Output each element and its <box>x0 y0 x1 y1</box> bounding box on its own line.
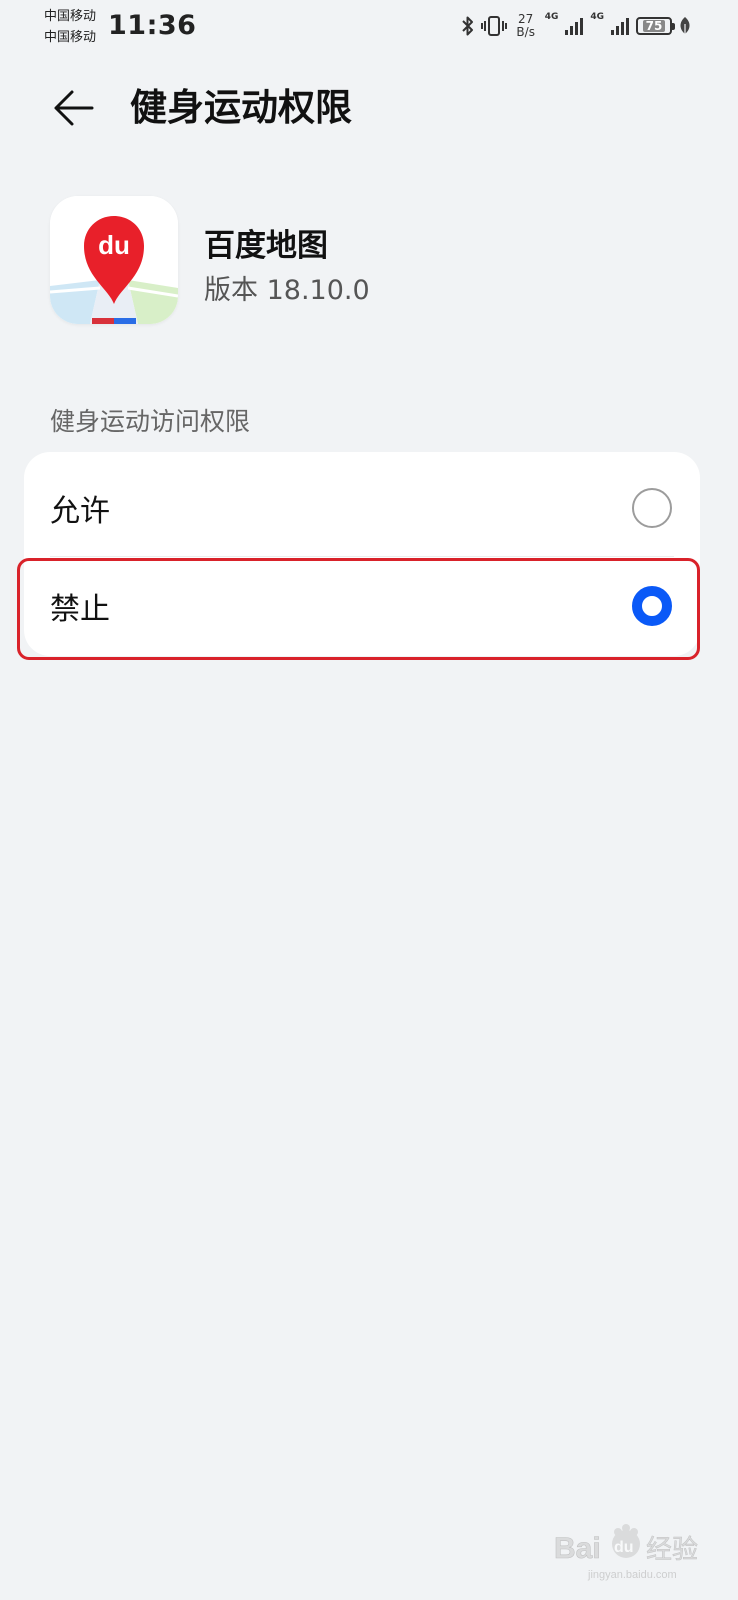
signal-icon-2 <box>611 18 629 35</box>
network-type-1: 4G <box>544 12 559 22</box>
carrier-info: 中国移动 中国移动 <box>44 6 96 48</box>
app-icon-text: du <box>98 230 130 260</box>
carrier-1: 中国移动 <box>44 9 97 24</box>
option-allow[interactable]: 允许 <box>24 460 700 556</box>
status-time: 11:36 <box>108 10 197 41</box>
back-button[interactable] <box>48 82 100 134</box>
divider <box>50 556 674 557</box>
battery-level: 75 <box>642 20 666 32</box>
option-deny-label: 禁止 <box>50 592 110 627</box>
svg-text:经验: 经验 <box>646 1535 698 1565</box>
baidu-watermark-logo-icon: Bai du 经验 jingyan.baidu.com <box>554 1524 698 1581</box>
section-label: 健身运动访问权限 <box>50 407 251 436</box>
svg-text:Bai: Bai <box>554 1532 601 1565</box>
network-speed: 27 B/s <box>513 13 539 39</box>
network-speed-unit: B/s <box>516 25 535 39</box>
bluetooth-icon <box>461 16 473 36</box>
app-name: 百度地图 <box>204 228 328 264</box>
leaf-icon <box>680 17 690 34</box>
radio-deny[interactable] <box>632 586 672 626</box>
baidu-jingyan-watermark: Bai du 经验 jingyan.baidu.com <box>552 1522 712 1586</box>
svg-text:du: du <box>614 1539 634 1556</box>
option-deny[interactable]: 禁止 <box>24 558 700 654</box>
carrier-2: 中国移动 <box>44 30 97 45</box>
permission-options-card: 允许 禁止 <box>24 452 700 656</box>
network-type-2: 4G <box>590 12 604 22</box>
page-title: 健身运动权限 <box>130 86 352 129</box>
battery-icon: 75 <box>636 17 675 35</box>
svg-text:jingyan.baidu.com: jingyan.baidu.com <box>587 1569 677 1581</box>
baidu-map-logo-icon: du <box>50 196 178 324</box>
status-bar: 中国移动 中国移动 11:36 27 B/s 4G 4G 75 <box>0 0 738 52</box>
status-icons: 27 B/s 4G 4G 75 <box>461 10 692 42</box>
signal-icon <box>565 18 584 35</box>
option-allow-label: 允许 <box>50 494 110 529</box>
arrow-left-icon <box>54 90 94 126</box>
vibrate-icon <box>480 16 507 36</box>
app-version: 版本 18.10.0 <box>204 275 370 306</box>
app-icon: du <box>50 196 178 324</box>
radio-allow[interactable] <box>632 488 672 528</box>
